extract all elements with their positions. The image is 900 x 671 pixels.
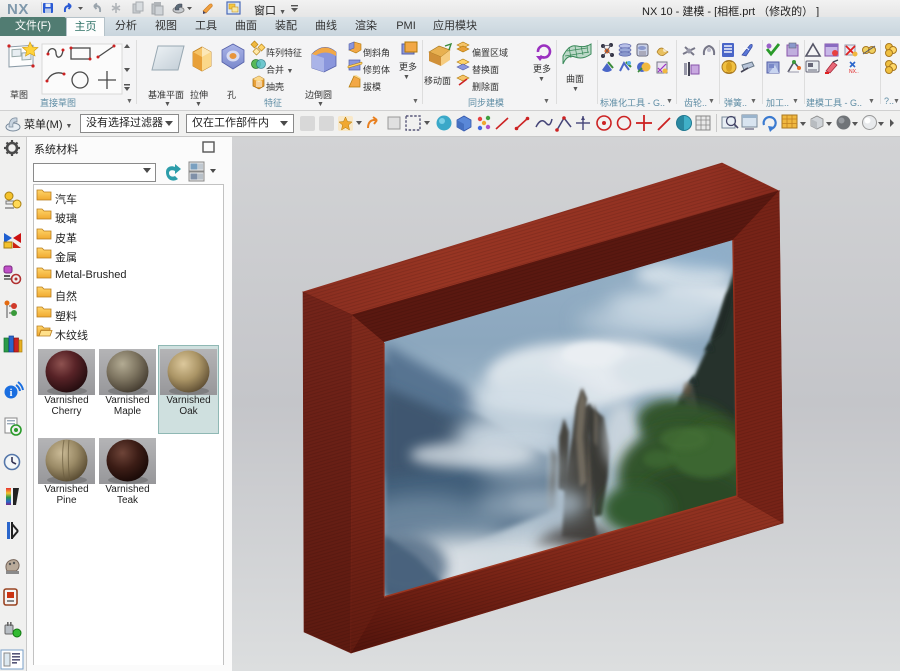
svg-text:NX..: NX.. xyxy=(849,69,859,75)
svg-text:i: i xyxy=(10,388,13,399)
svg-text:NX: NX xyxy=(7,1,29,17)
